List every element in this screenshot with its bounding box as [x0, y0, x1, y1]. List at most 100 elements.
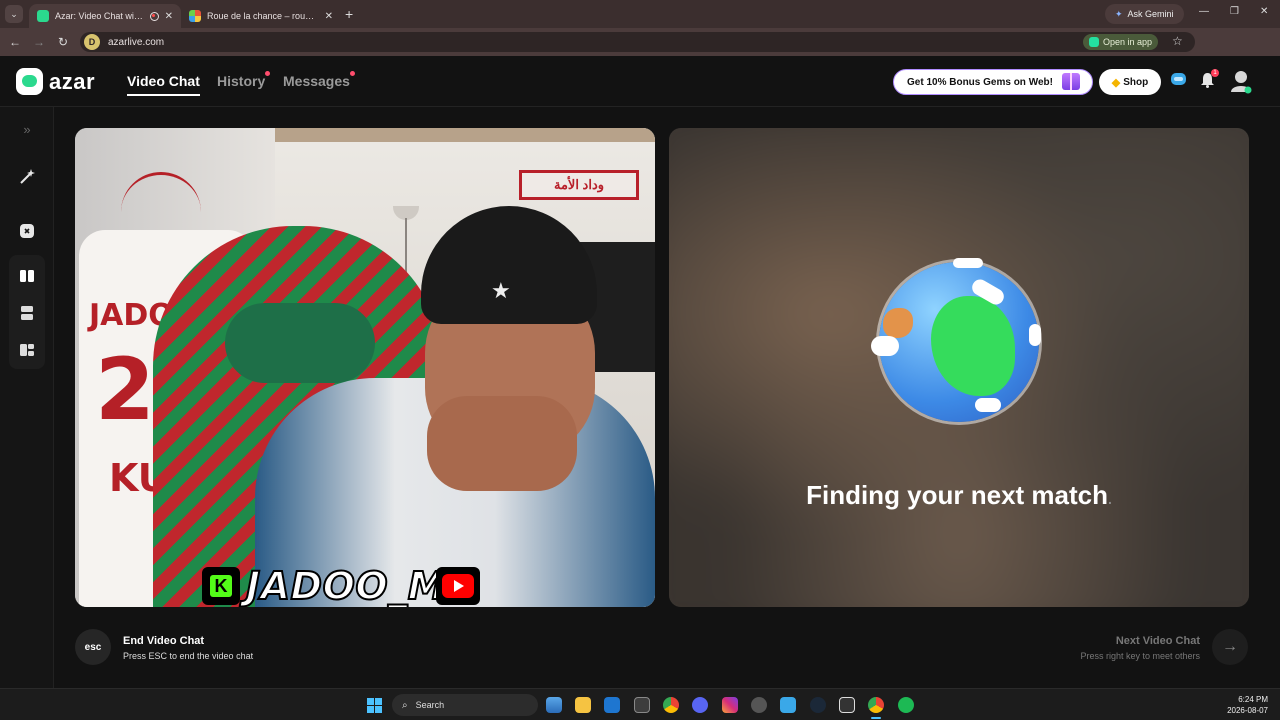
file-explorer-icon[interactable] — [575, 697, 591, 713]
chrome-active-icon[interactable] — [868, 697, 884, 713]
close-tab-icon[interactable]: ✕ — [325, 11, 333, 22]
hand-shape — [427, 396, 577, 491]
layout-stacked-icon[interactable] — [17, 303, 37, 323]
nav-messages[interactable]: Messages — [283, 71, 355, 89]
finding-match-text: Finding your next match. — [669, 480, 1249, 511]
sticker-effect-icon[interactable] — [17, 221, 37, 241]
cloud-shape — [1029, 324, 1041, 346]
windows-start-icon[interactable] — [367, 698, 382, 713]
nav-history-label: History — [217, 73, 266, 89]
app-icon[interactable] — [751, 697, 767, 713]
logo-text: azar — [49, 68, 96, 94]
app-icon[interactable] — [839, 697, 855, 713]
active-app-indicator — [871, 717, 881, 719]
self-video-feed: وداد الأمة JADOO 20 KU ★ K JADOO_MA — [75, 128, 655, 607]
recording-icon — [149, 11, 159, 21]
instagram-icon[interactable] — [722, 697, 738, 713]
notification-dot — [349, 71, 355, 76]
browser-tab-strip: ⌄ Azar: Video Chat with New Friends ✕ Ro… — [0, 0, 1280, 28]
cloud-shape — [953, 258, 983, 268]
open-in-app-button[interactable]: Open in app — [1083, 34, 1159, 50]
bookmark-star-icon[interactable]: ☆ — [1172, 34, 1183, 48]
kick-logo-icon: K — [202, 567, 240, 605]
clock-date: 2026-08-07 — [1227, 706, 1268, 715]
tab-search-button[interactable]: ⌄ — [5, 5, 23, 23]
roue-favicon-icon — [189, 10, 201, 22]
nav-messages-label: Messages — [283, 73, 350, 89]
next-chat-title[interactable]: Next Video Chat — [1116, 635, 1200, 647]
reload-icon[interactable]: ↻ — [51, 35, 75, 49]
globe-land-shape — [883, 308, 913, 338]
minimize-icon[interactable]: — — [1199, 6, 1209, 17]
next-chat-arrow-icon[interactable]: → — [1212, 629, 1248, 665]
browser-toolbar: ← → ↻ D azarlive.com Open in app ☆ J ⋮ — [0, 28, 1280, 77]
close-window-icon[interactable]: ✕ — [1260, 6, 1268, 17]
forward-icon[interactable]: → — [27, 35, 51, 49]
cloud-shape — [871, 336, 899, 356]
app-icon — [1089, 37, 1099, 47]
url-text[interactable]: azarlive.com — [108, 37, 164, 48]
bonus-gems-promo-button[interactable]: Get 10% Bonus Gems on Web! — [893, 69, 1093, 95]
end-chat-button[interactable]: esc — [75, 629, 111, 665]
youtube-logo-icon — [435, 567, 480, 605]
app-icon[interactable] — [780, 697, 796, 713]
discord-icon[interactable] — [692, 697, 708, 713]
layout-side-by-side-icon[interactable] — [17, 266, 37, 286]
partner-video-feed: Finding your next match. — [669, 128, 1249, 607]
shop-label: Shop — [1123, 76, 1149, 88]
end-chat-title[interactable]: End Video Chat — [123, 635, 204, 647]
star-logo-icon: ★ — [491, 278, 511, 303]
globe-icon — [871, 258, 1041, 422]
chat-bubble-icon[interactable] — [1170, 71, 1188, 89]
site-info-icon[interactable]: D — [84, 34, 100, 50]
windows-taskbar: ⌕ Search 6:24 PM 2026-08-07 — [0, 688, 1280, 720]
tab-title: Roue de la chance – roue aléatoire — [207, 11, 319, 21]
ask-gemini-button[interactable]: ✦ Ask Gemini — [1105, 4, 1184, 24]
magic-wand-icon[interactable] — [17, 167, 37, 187]
hoodie-face-shape — [225, 303, 375, 383]
notification-dot — [265, 71, 271, 76]
expand-sidebar-icon[interactable]: » — [17, 119, 37, 139]
shop-button[interactable]: ◆ Shop — [1099, 69, 1161, 95]
promo-label: Get 10% Bonus Gems on Web! — [907, 76, 1053, 88]
loading-ellipsis: . — [1108, 491, 1112, 507]
tab-azar[interactable]: Azar: Video Chat with New Friends ✕ — [29, 4, 181, 28]
gemini-sparkle-icon: ✦ — [1115, 8, 1123, 19]
tab-title: Azar: Video Chat with New Friends — [55, 11, 144, 21]
back-icon[interactable]: ← — [3, 35, 27, 49]
scene-banner: وداد الأمة — [519, 170, 639, 200]
photos-app-icon[interactable] — [546, 697, 562, 713]
steam-icon[interactable] — [810, 697, 826, 713]
gem-icon: ◆ — [1111, 76, 1121, 89]
gift-icon — [1062, 73, 1080, 90]
outlook-icon[interactable] — [604, 697, 620, 713]
close-tab-icon[interactable]: ✕ — [165, 11, 173, 22]
tab-roue[interactable]: Roue de la chance – roue aléatoire ✕ — [181, 4, 341, 28]
layout-pip-icon[interactable] — [17, 340, 37, 360]
notification-count-badge: 1 — [1211, 69, 1219, 77]
app-header: azar Video Chat History Messages Get 10%… — [0, 56, 1280, 107]
spotify-icon[interactable] — [898, 697, 914, 713]
end-chat-hint: Press ESC to end the video chat — [123, 651, 254, 661]
azar-logo[interactable]: azar — [16, 68, 95, 95]
store-icon[interactable] — [634, 697, 650, 713]
new-tab-button[interactable]: + — [345, 6, 353, 22]
finding-label: Finding your next match — [806, 480, 1109, 510]
user-avatar-icon[interactable] — [1230, 70, 1252, 94]
system-clock[interactable]: 6:24 PM 2026-08-07 — [1227, 694, 1268, 716]
scene-shelf — [275, 128, 655, 142]
taskbar-search-label: Search — [415, 700, 445, 710]
nav-video-chat[interactable]: Video Chat — [127, 73, 200, 96]
nav-history[interactable]: History — [217, 71, 271, 89]
clock-time: 6:24 PM — [1238, 695, 1268, 704]
address-bar[interactable]: D azarlive.com Open in app ☆ — [80, 32, 1195, 52]
azar-favicon-icon — [37, 10, 49, 22]
chrome-icon[interactable] — [663, 697, 679, 713]
search-icon: ⌕ — [402, 699, 408, 711]
azar-logo-icon — [16, 68, 43, 95]
left-sidebar: » — [0, 107, 54, 688]
next-chat-hint: Press right key to meet others — [1080, 651, 1200, 661]
restore-icon[interactable]: ❐ — [1230, 6, 1239, 17]
taskbar-search[interactable]: ⌕ Search — [392, 694, 538, 716]
streamer-nametag: K JADOO_MA — [202, 563, 480, 607]
